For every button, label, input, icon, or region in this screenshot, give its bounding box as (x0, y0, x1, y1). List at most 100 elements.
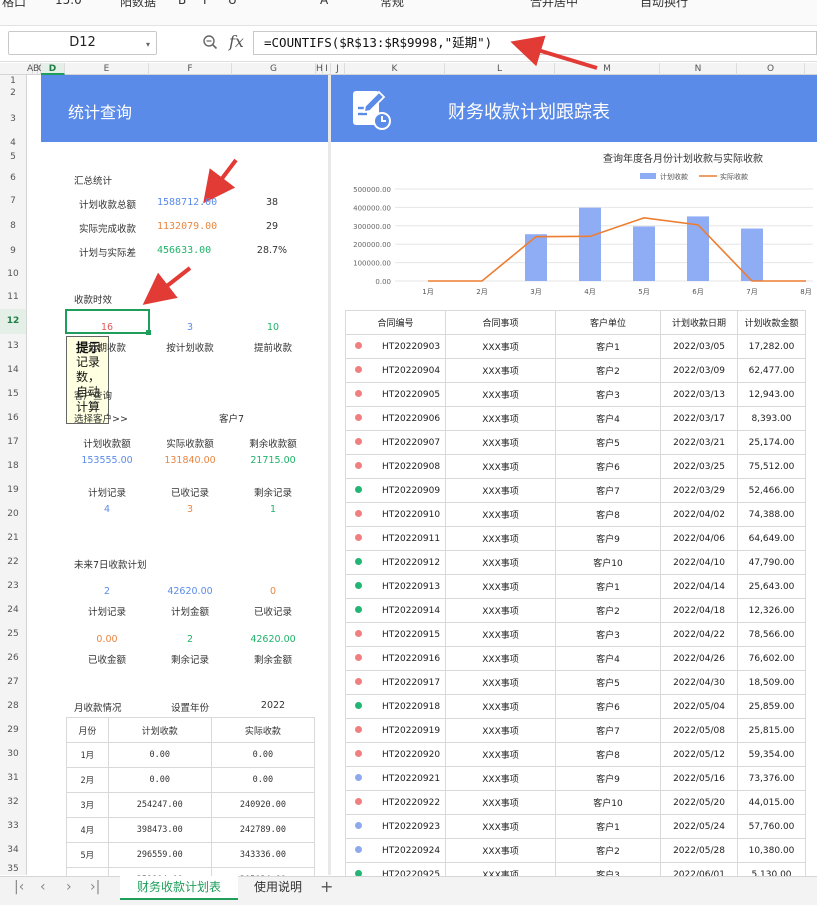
contract-item[interactable]: XXX事项 (445, 838, 556, 863)
contract-client[interactable]: 客户9 (555, 766, 661, 791)
monthly-cell[interactable]: 240920.00 (210, 792, 316, 818)
table-row[interactable]: HT20220908 XXX事项 客户6 2022/03/25 75,512.00 (345, 454, 806, 479)
contract-amount[interactable]: 25,815.00 (737, 718, 806, 743)
contract-item[interactable]: XXX事项 (445, 334, 556, 359)
contract-item[interactable]: XXX事项 (445, 742, 556, 767)
contract-item[interactable]: XXX事项 (445, 598, 556, 623)
monthly-cell[interactable]: 4月 (66, 817, 109, 843)
contract-item[interactable]: XXX事项 (445, 454, 556, 479)
row-header-32[interactable]: 32 (0, 790, 26, 814)
column-header-L[interactable]: L (445, 63, 555, 75)
column-header-G[interactable]: G (232, 63, 316, 75)
row-header-35[interactable]: 35 (0, 862, 26, 876)
contract-id-cell[interactable]: HT20220914 (345, 598, 446, 623)
monthly-cell[interactable]: 254247.00 (107, 792, 212, 818)
fx-icon[interactable]: fx (229, 32, 244, 51)
contract-item[interactable]: XXX事项 (445, 814, 556, 839)
contract-id-cell[interactable]: HT20220911 (345, 526, 446, 551)
contract-date[interactable]: 2022/03/09 (660, 358, 738, 383)
monthly-cell[interactable]: 0.00 (210, 742, 316, 768)
toolbar-item[interactable]: U (228, 0, 237, 7)
contract-id-cell[interactable]: HT20220909 (345, 478, 446, 503)
contract-date[interactable]: 2022/04/06 (660, 526, 738, 551)
contract-date[interactable]: 2022/04/22 (660, 622, 738, 647)
contract-item[interactable]: XXX事项 (445, 382, 556, 407)
column-header-M[interactable]: M (555, 63, 660, 75)
contract-client[interactable]: 客户5 (555, 430, 661, 455)
contract-date[interactable]: 2022/04/26 (660, 646, 738, 671)
monthly-cell[interactable]: 343336.00 (210, 842, 316, 868)
row-header-1[interactable]: 1 (0, 75, 26, 87)
contract-date[interactable]: 2022/03/17 (660, 406, 738, 431)
contract-client[interactable]: 客户5 (555, 670, 661, 695)
chevron-down-icon[interactable]: ▾ (146, 40, 150, 49)
monthly-cell[interactable]: 5月 (66, 842, 109, 868)
contract-id-cell[interactable]: HT20220906 (345, 406, 446, 431)
client-value[interactable]: 客户7 (219, 411, 244, 425)
table-row[interactable]: HT20220920 XXX事项 客户8 2022/05/12 59,354.00 (345, 742, 806, 767)
contract-client[interactable]: 客户1 (555, 334, 661, 359)
contract-amount[interactable]: 52,466.00 (737, 478, 806, 503)
contract-date[interactable]: 2022/04/30 (660, 670, 738, 695)
row-header-28[interactable]: 28 (0, 694, 26, 718)
contract-amount[interactable]: 44,015.00 (737, 790, 806, 815)
contract-client[interactable]: 客户2 (555, 358, 661, 383)
contract-client[interactable]: 客户7 (555, 718, 661, 743)
toolbar-item[interactable]: A (320, 0, 328, 7)
toolbar-item[interactable]: I (203, 0, 207, 7)
table-row[interactable]: HT20220924 XXX事项 客户2 2022/05/28 10,380.00 (345, 838, 806, 863)
contract-item[interactable]: XXX事项 (445, 526, 556, 551)
zoom-icon[interactable] (202, 34, 218, 50)
contract-client[interactable]: 客户10 (555, 790, 661, 815)
table-row[interactable]: HT20220915 XXX事项 客户3 2022/04/22 78,566.00 (345, 622, 806, 647)
contract-id-cell[interactable]: HT20220921 (345, 766, 446, 791)
contract-item[interactable]: XXX事项 (445, 622, 556, 647)
row-header-17[interactable]: 17 (0, 430, 26, 454)
monthly-cell[interactable]: 0.00 (107, 767, 212, 793)
sheet-tab-help[interactable]: 使用说明 (244, 876, 312, 900)
contract-date[interactable]: 2022/05/24 (660, 814, 738, 839)
contract-id-cell[interactable]: HT20220915 (345, 622, 446, 647)
contract-item[interactable]: XXX事项 (445, 358, 556, 383)
table-row[interactable]: HT20220910 XXX事项 客户8 2022/04/02 74,388.00 (345, 502, 806, 527)
row-header-14[interactable]: 14 (0, 358, 26, 382)
contract-amount[interactable]: 59,354.00 (737, 742, 806, 767)
row-header-9[interactable]: 9 (0, 239, 26, 263)
contract-amount[interactable]: 18,509.00 (737, 670, 806, 695)
column-header-N[interactable]: N (660, 63, 737, 75)
contract-client[interactable]: 客户10 (555, 550, 661, 575)
name-box[interactable]: D12 (8, 31, 157, 55)
contract-amount[interactable]: 17,282.00 (737, 334, 806, 359)
monthly-cell[interactable]: 1月 (66, 742, 109, 768)
formula-input[interactable]: =COUNTIFS($R$13:$R$9998,"延期") (253, 31, 817, 55)
table-row[interactable]: HT20220923 XXX事项 客户1 2022/05/24 57,760.00 (345, 814, 806, 839)
contract-id-cell[interactable]: HT20220917 (345, 670, 446, 695)
contract-item[interactable]: XXX事项 (445, 718, 556, 743)
contract-date[interactable]: 2022/05/04 (660, 694, 738, 719)
contract-client[interactable]: 客户8 (555, 742, 661, 767)
column-header-E[interactable]: E (65, 63, 149, 75)
contract-client[interactable]: 客户1 (555, 814, 661, 839)
table-row[interactable]: HT20220922 XXX事项 客户10 2022/05/20 44,015.00 (345, 790, 806, 815)
row-header-2[interactable]: 2 (0, 87, 26, 99)
table-row[interactable]: HT20220903 XXX事项 客户1 2022/03/05 17,282.00 (345, 334, 806, 359)
table-row[interactable]: HT20220919 XXX事项 客户7 2022/05/08 25,815.00 (345, 718, 806, 743)
table-row[interactable]: HT20220906 XXX事项 客户4 2022/03/17 8,393.00 (345, 406, 806, 431)
contract-id-cell[interactable]: HT20220919 (345, 718, 446, 743)
contract-item[interactable]: XXX事项 (445, 574, 556, 599)
last-sheet-icon[interactable]: ›| (90, 879, 100, 895)
contract-client[interactable]: 客户6 (555, 694, 661, 719)
row-header-15[interactable]: 15 (0, 382, 26, 406)
contract-id-cell[interactable]: HT20220913 (345, 574, 446, 599)
toolbar-item[interactable]: 格口 (2, 0, 26, 10)
table-row[interactable]: HT20220921 XXX事项 客户9 2022/05/16 73,376.00 (345, 766, 806, 791)
contract-date[interactable]: 2022/03/21 (660, 430, 738, 455)
contract-id-cell[interactable]: HT20220918 (345, 694, 446, 719)
column-header-J[interactable]: J (331, 63, 345, 75)
contract-amount[interactable]: 64,649.00 (737, 526, 806, 551)
table-row[interactable]: HT20220916 XXX事项 客户4 2022/04/26 76,602.00 (345, 646, 806, 671)
contract-id-cell[interactable]: HT20220905 (345, 382, 446, 407)
row-header-8[interactable]: 8 (0, 214, 26, 239)
contract-id-cell[interactable]: HT20220904 (345, 358, 446, 383)
contract-item[interactable]: XXX事项 (445, 670, 556, 695)
